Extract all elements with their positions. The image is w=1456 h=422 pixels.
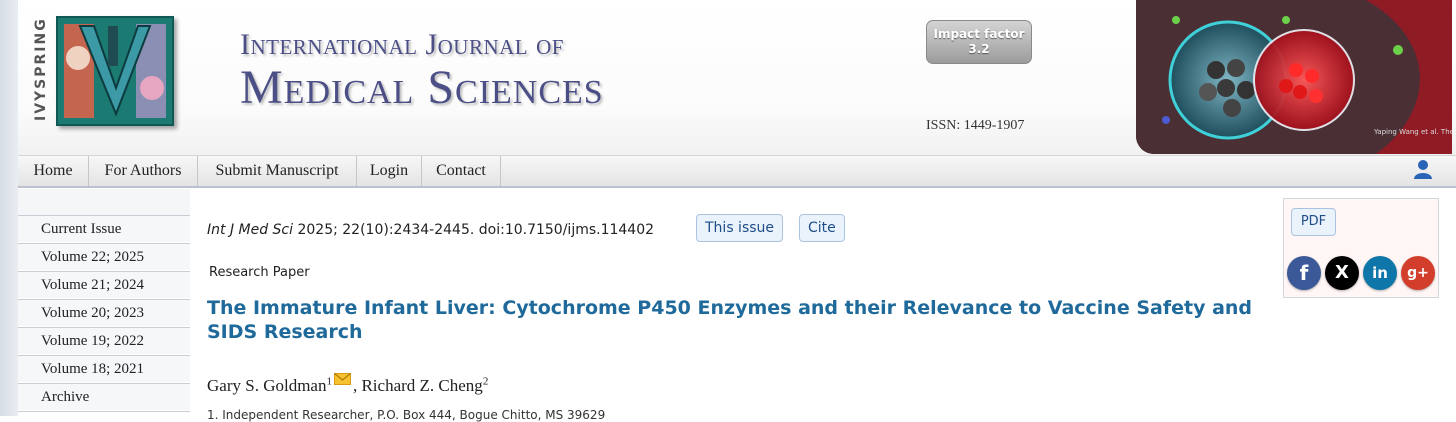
- sidebar-item-archive[interactable]: Archive: [18, 384, 190, 412]
- author-affiliation-ref: 2: [482, 375, 489, 388]
- page-gutter: [0, 0, 18, 416]
- impact-factor-badge[interactable]: Impact factor 3.2: [926, 20, 1032, 64]
- nav-contact[interactable]: Contact: [422, 156, 501, 186]
- sidebar-item-volume-19[interactable]: Volume 19; 2022: [18, 328, 190, 356]
- journal-title-line2: Medical Sciences: [240, 61, 604, 114]
- journal-logo[interactable]: [56, 16, 174, 126]
- pdf-button[interactable]: PDF: [1291, 208, 1336, 236]
- sidebar-item-current-issue[interactable]: Current Issue: [18, 216, 190, 244]
- sidebar-header: [18, 189, 190, 216]
- sidebar: Current Issue Volume 22; 2025 Volume 21;…: [18, 189, 190, 412]
- issn-text: ISSN: 1449-1907: [926, 118, 1025, 133]
- affiliation: 1. Independent Researcher, P.O. Box 444,…: [207, 408, 606, 422]
- x-icon[interactable]: X: [1325, 256, 1359, 290]
- author-list: Gary S. Goldman1, Richard Z. Cheng2: [207, 370, 488, 396]
- citation-details: 2025; 22(10):2434-2445. doi:10.7150/ijms…: [293, 222, 655, 238]
- author-name[interactable]: Richard Z. Cheng: [361, 376, 482, 395]
- banner-caption: Yaping Wang et al. Theranostics: [1373, 128, 1452, 136]
- paper-type: Research Paper: [209, 265, 310, 280]
- sidebar-item-volume-22[interactable]: Volume 22; 2025: [18, 244, 190, 272]
- journal-title[interactable]: International Journal of Medical Science…: [240, 28, 604, 114]
- impact-factor-value: 3.2: [968, 42, 990, 56]
- nav-login[interactable]: Login: [357, 156, 422, 186]
- sidebar-item-volume-21[interactable]: Volume 21; 2024: [18, 272, 190, 300]
- main-navigation: Home For Authors Submit Manuscript Login…: [18, 155, 1456, 188]
- user-icon[interactable]: [1412, 158, 1434, 180]
- nav-home[interactable]: Home: [18, 156, 89, 186]
- journal-title-line1: International Journal of: [240, 28, 564, 61]
- article-title: The Immature Infant Liver: Cytochrome P4…: [207, 297, 1253, 343]
- google-plus-icon[interactable]: g+: [1401, 256, 1435, 290]
- email-icon[interactable]: [333, 370, 351, 390]
- this-issue-button[interactable]: This issue: [696, 214, 784, 242]
- cite-button[interactable]: Cite: [799, 214, 845, 242]
- sidebar-item-volume-18[interactable]: Volume 18; 2021: [18, 356, 190, 384]
- cover-banner-image: Yaping Wang et al. Theranostics: [1136, 0, 1452, 154]
- facebook-icon[interactable]: f: [1287, 256, 1321, 290]
- impact-factor-label: Impact factor: [933, 27, 1025, 41]
- journal-abbrev: Int J Med Sci: [207, 222, 294, 238]
- publisher-logo-text: IVYSPRING: [33, 17, 49, 121]
- citation-line: Int J Med Sci 2025; 22(10):2434-2445. do…: [207, 222, 654, 238]
- author-name[interactable]: Gary S. Goldman: [207, 376, 326, 395]
- author-affiliation-ref: 1: [326, 375, 332, 388]
- nav-submit-manuscript[interactable]: Submit Manuscript: [198, 156, 357, 186]
- nav-for-authors[interactable]: For Authors: [89, 156, 198, 186]
- linkedin-icon[interactable]: in: [1363, 256, 1397, 290]
- sidebar-item-volume-20[interactable]: Volume 20; 2023: [18, 300, 190, 328]
